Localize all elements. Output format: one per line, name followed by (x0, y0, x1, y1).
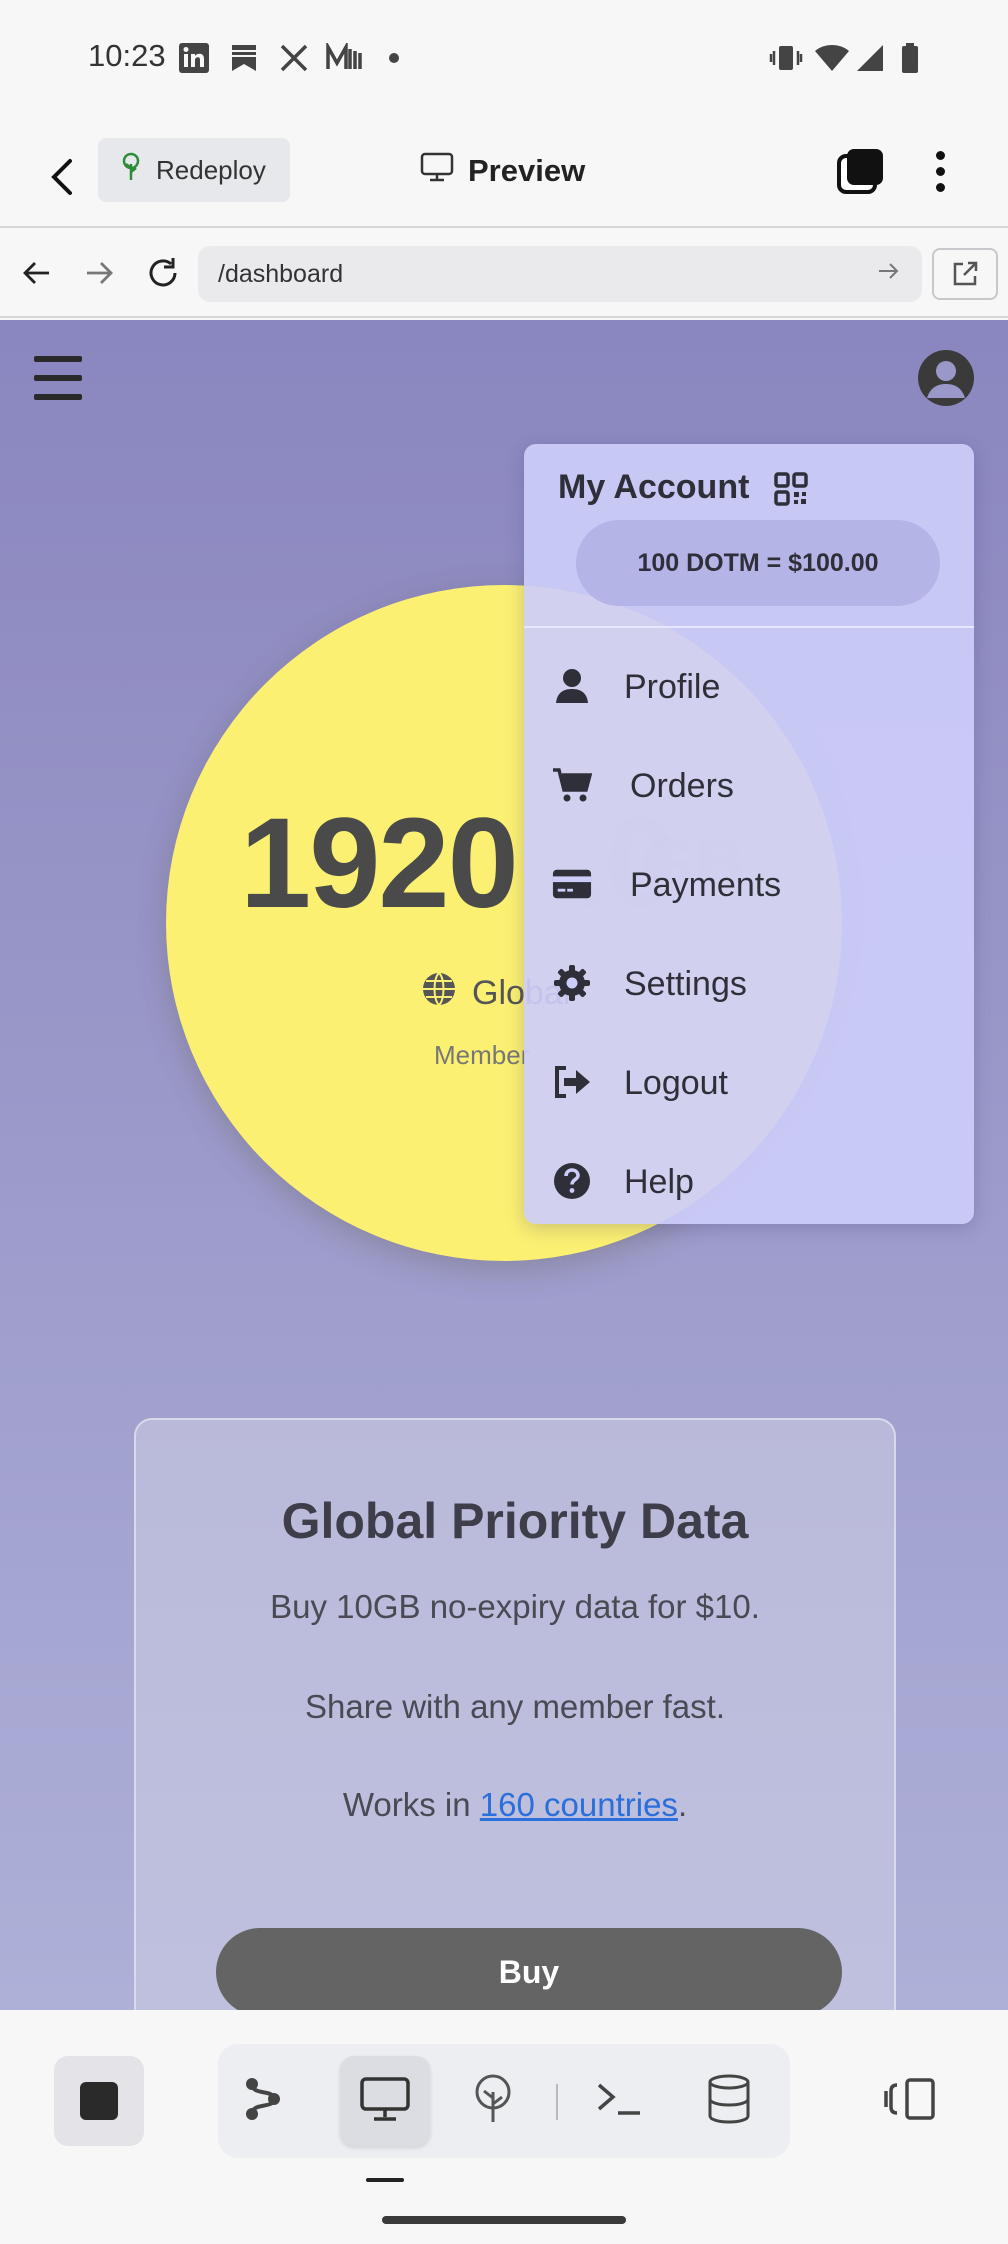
balance-pill[interactable]: 100 DOTM = $100.00 (576, 520, 940, 606)
buy-button[interactable]: Buy (216, 1928, 842, 2010)
menu-item-label: Profile (624, 668, 721, 706)
back-button[interactable] (38, 152, 88, 202)
battery-icon (892, 40, 928, 76)
go-arrow-icon[interactable] (876, 258, 908, 290)
card-line-2: Share with any member fast. (304, 1688, 725, 1725)
desktop-button[interactable] (340, 2056, 430, 2146)
preview-label: Preview (468, 153, 586, 188)
account-menu-title: My Account (558, 468, 750, 506)
tabs-button[interactable] (836, 146, 886, 196)
globe-icon (420, 970, 458, 1017)
url-field[interactable]: /dashboard (198, 246, 922, 302)
linkedin-icon (176, 40, 212, 76)
redeploy-button[interactable]: Redeploy (98, 138, 290, 202)
signal-icon (852, 40, 888, 76)
more-options-button[interactable] (920, 146, 960, 196)
account-menu: My Account 100 DOTM = $100.00 Profile Or… (524, 444, 974, 1224)
qr-code-icon[interactable] (774, 472, 808, 506)
bookmark-app-icon (226, 40, 262, 76)
database-icon (707, 2074, 751, 2129)
active-tab-indicator (366, 2178, 404, 2182)
desktop-icon (360, 2076, 410, 2126)
vibrate-icon (768, 40, 804, 76)
workflow-icon (242, 2076, 284, 2127)
panel-icon (883, 2077, 937, 2126)
workflow-button[interactable] (218, 2056, 308, 2146)
menu-item-label: Settings (624, 965, 747, 1003)
dot-icon (376, 40, 412, 76)
card-line-3-suffix: . (677, 1786, 688, 1823)
panel-toggle-button[interactable] (870, 2056, 950, 2146)
browser-back-button[interactable] (14, 250, 60, 296)
menu-item-label: Payments (630, 866, 782, 904)
terminal-icon (596, 2081, 642, 2122)
menu-item-label: Logout (624, 1064, 728, 1102)
gear-icon (552, 963, 592, 1003)
member-label: Member (434, 1040, 530, 1070)
terminal-button[interactable] (574, 2056, 664, 2146)
account-menu-header: My Account 100 DOTM = $100.00 (524, 444, 974, 628)
menu-item-profile[interactable]: Profile (524, 638, 974, 734)
menu-item-label: Help (624, 1163, 694, 1201)
url-text: /dashboard (218, 259, 344, 288)
countries-link[interactable]: 160 countries (480, 1786, 678, 1823)
card-line-3: Works in 160 countries. (136, 1786, 894, 1824)
stop-icon (80, 2082, 118, 2120)
web-content: 1920 .0 GB Global Member Global Priority… (0, 320, 1008, 2010)
stop-button[interactable] (54, 2056, 144, 2146)
card-line-1: Buy 10GB no-expiry data for $10. (270, 1588, 760, 1625)
logout-icon (552, 1062, 592, 1102)
tool-group (218, 2044, 790, 2158)
menu-item-payments[interactable]: Payments (524, 836, 974, 932)
status-time: 10:23 (88, 38, 166, 73)
user-icon (552, 666, 592, 706)
database-button[interactable] (684, 2056, 774, 2146)
browser-bar: /dashboard (0, 230, 1008, 318)
bottom-toolbar (0, 2010, 1008, 2244)
card-line-3-prefix: Works in (342, 1786, 480, 1823)
monitor-icon (420, 152, 454, 190)
browser-forward-button[interactable] (76, 250, 122, 296)
help-icon (552, 1161, 592, 1201)
toolbar-divider (556, 2084, 558, 2120)
app-bar: Redeploy Preview (0, 116, 1008, 228)
tree-icon (118, 152, 144, 189)
promo-card: Global Priority Data Buy 10GB no-expiry … (134, 1418, 896, 2010)
credit-card-icon (552, 864, 592, 904)
card-title: Global Priority Data (281, 1493, 749, 1549)
open-external-button[interactable] (932, 248, 998, 300)
menu-item-orders[interactable]: Orders (524, 737, 974, 833)
avatar[interactable] (918, 350, 974, 406)
cart-icon (552, 765, 592, 805)
x-icon (276, 40, 312, 76)
menu-item-logout[interactable]: Logout (524, 1034, 974, 1130)
reload-button[interactable] (140, 250, 186, 296)
status-bar: 10:23 (0, 0, 1008, 116)
deploy-icon (472, 2074, 514, 2129)
redeploy-label: Redeploy (156, 154, 266, 185)
medium-icon (326, 40, 362, 76)
menu-item-help[interactable]: Help (524, 1133, 974, 1229)
menu-item-settings[interactable]: Settings (524, 935, 974, 1031)
home-indicator[interactable] (382, 2216, 626, 2224)
deploy-button[interactable] (448, 2056, 538, 2146)
preview-title: Preview (420, 146, 585, 196)
wifi-icon (814, 40, 850, 76)
menu-item-label: Orders (630, 767, 734, 805)
data-amount: 1920 (240, 792, 519, 935)
hamburger-menu-icon[interactable] (34, 356, 82, 400)
